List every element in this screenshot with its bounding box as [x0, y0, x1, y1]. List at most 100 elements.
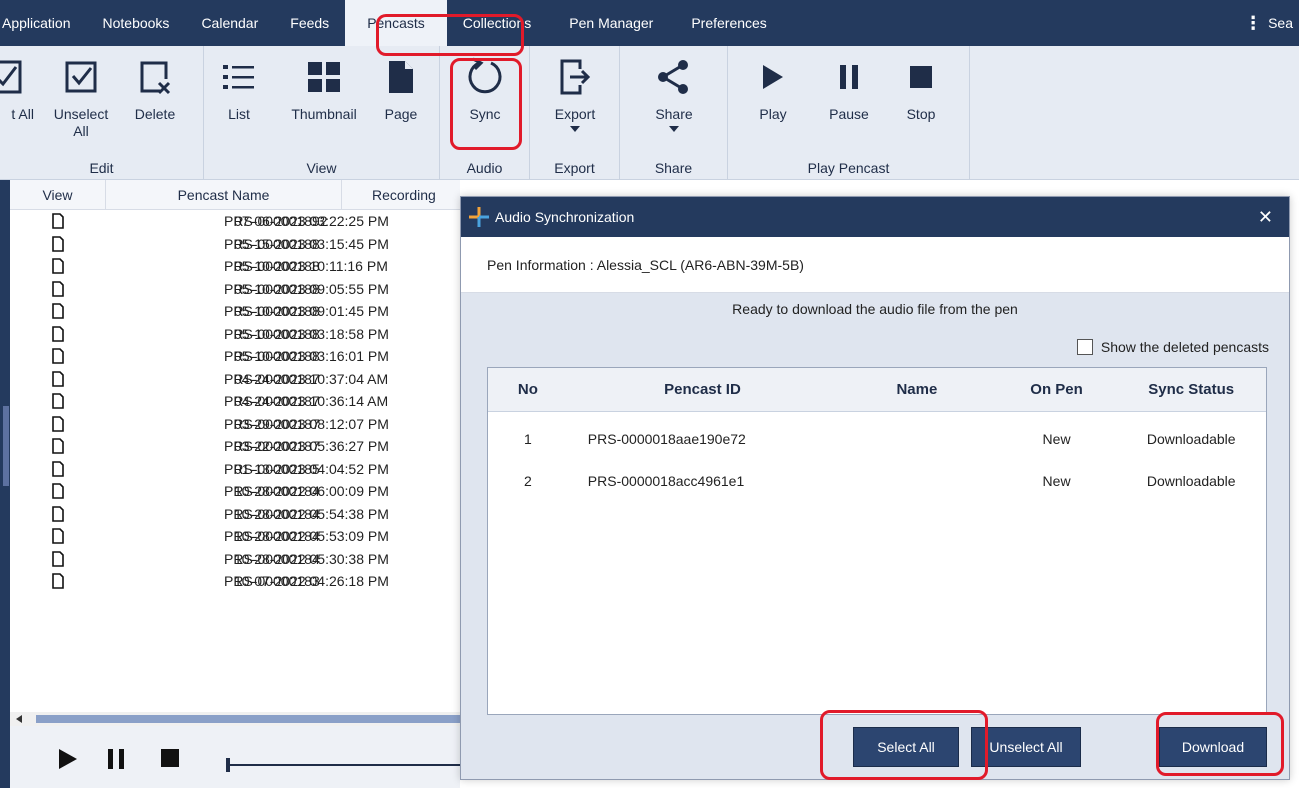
list-item[interactable]: 03-22-2023 05:36:27 PM PRS-00000187 [10, 435, 460, 458]
stop-button[interactable]: Stop [886, 54, 956, 123]
edit-group-label: Edit [89, 160, 114, 176]
select-all-label: t All [11, 106, 34, 122]
document-icon [10, 325, 106, 342]
show-deleted-checkbox[interactable] [1076, 339, 1093, 355]
search-area[interactable]: ⋮ Sea [1244, 13, 1299, 34]
list-item[interactable]: 04-24-2023 10:37:04 AM PRS-00000187 [10, 368, 460, 391]
export-icon [558, 54, 592, 100]
thumbnail-view-button[interactable]: Thumbnail [282, 54, 366, 123]
on-pen-status: New [1042, 473, 1071, 489]
show-deleted-toggle[interactable]: Show the deleted pencasts [1076, 339, 1269, 355]
document-icon [10, 370, 106, 387]
delete-icon [138, 54, 172, 100]
list-item[interactable]: 05-15-2023 03:15:45 PM PRS-00000188 [10, 233, 460, 256]
sync-status-message: Ready to download the audio file from th… [732, 301, 1018, 317]
audio-group-label: Audio [466, 160, 503, 176]
pause-button[interactable]: Pause [814, 54, 884, 123]
tab-feeds[interactable]: Feeds [274, 0, 345, 46]
list-item[interactable]: 10-07-2022 04:26:18 PM PRS-00000183 [10, 570, 460, 593]
player-stop-icon[interactable] [160, 748, 180, 771]
list-view-button[interactable]: List [204, 54, 274, 123]
menu-bar: Application Notebooks Calendar Feeds Pen… [0, 0, 1299, 46]
list-item[interactable]: 03-29-2023 08:12:07 PM PRS-00000187 [10, 413, 460, 436]
horizontal-scrollbar[interactable] [10, 712, 466, 726]
unselect-all-label-line1: Unselect [53, 106, 109, 122]
list-item[interactable]: 07-06-2023 03:22:25 PM PRS-000001892 [10, 210, 460, 233]
pencast-list: 07-06-2023 03:22:25 PM PRS-000001892 05-15… [10, 210, 460, 593]
search-label[interactable]: Sea [1268, 15, 1293, 31]
ribbon-group-share: Share Share [620, 46, 728, 180]
scroll-left-icon[interactable] [16, 715, 22, 723]
document-icon [10, 573, 106, 590]
recording-id: PRS-00000184 [224, 550, 320, 567]
unselect-all-button[interactable]: Unselect All [46, 54, 116, 140]
document-icon [10, 528, 106, 545]
playback-bar [10, 726, 468, 788]
pause-label: Pause [829, 106, 869, 122]
thumbnail-icon [307, 54, 341, 100]
pencast-id: PRS-0000018acc4961e1 [587, 473, 745, 489]
audio-sync-dialog: Audio Synchronization ✕ Pen Information … [460, 196, 1290, 780]
list-item[interactable]: 05-10-2023 03:16:01 PM PRS-00000188 [10, 345, 460, 368]
list-item[interactable]: 04-24-2023 10:36:14 AM PRS-00000187 [10, 390, 460, 413]
table-row[interactable]: 2 PRS-0000018acc4961e1 New Downloadable [488, 460, 1266, 502]
delete-label: Delete [134, 106, 176, 122]
sidebar-selection-mark [3, 406, 9, 486]
play-button[interactable]: Play [738, 54, 808, 123]
list-item[interactable]: 05-10-2023 10:11:16 PM PRS-00000188 [10, 255, 460, 278]
scrollbar-thumb[interactable] [36, 715, 466, 723]
app-logo-icon [469, 207, 489, 227]
pause-icon [837, 54, 861, 100]
list-item[interactable]: 05-10-2023 09:01:45 PM PRS-00000188 [10, 300, 460, 323]
player-play-icon[interactable] [58, 748, 78, 773]
pencast-id: PRS-0000018aae190e72 [587, 431, 746, 447]
playback-slider-track[interactable] [228, 764, 468, 766]
sync-table-header: No Pencast ID Name On Pen Sync Status [488, 368, 1266, 412]
tab-application[interactable]: Application [0, 0, 87, 46]
view-column-header[interactable]: View [10, 180, 106, 210]
play-group-label: Play Pencast [807, 160, 890, 176]
on-pen-column-header: On Pen [1030, 381, 1083, 398]
list-icon [222, 54, 256, 100]
page-label: Page [384, 106, 418, 122]
ribbon-group-edit: t All Unselect All Delete Edit [0, 46, 204, 180]
tab-preferences[interactable]: Preferences [675, 0, 782, 46]
more-options-icon[interactable]: ⋮ [1244, 13, 1262, 34]
list-item[interactable]: 10-28-2022 05:54:38 PM PRS-00000184 [10, 503, 460, 526]
chevron-down-icon [570, 126, 580, 132]
row-number: 2 [524, 473, 532, 489]
list-item[interactable]: 10-28-2022 06:00:09 PM PRS-00000184 [10, 480, 460, 503]
on-pen-status: New [1042, 431, 1071, 447]
recording-column-header[interactable]: Recording [342, 180, 460, 210]
list-item[interactable]: 10-28-2022 05:53:09 PM PRS-00000184 [10, 525, 460, 548]
select-all-button[interactable]: t All [0, 54, 40, 123]
share-button[interactable]: Share [639, 54, 709, 132]
annotation-pencasts-tab [376, 14, 524, 56]
play-label: Play [759, 106, 787, 122]
tab-pen-manager[interactable]: Pen Manager [547, 0, 675, 46]
list-item[interactable]: 05-10-2023 09:05:55 PM PRS-00000188 [10, 278, 460, 301]
list-item[interactable]: 05-10-2023 03:18:58 PM PRS-00000188 [10, 323, 460, 346]
tab-calendar[interactable]: Calendar [185, 0, 274, 46]
list-item[interactable]: 01-13-2023 04:04:52 PM PRS-00000185 [10, 458, 460, 481]
recording-id: PRS-00000188 [224, 235, 320, 252]
list-item[interactable]: 10-28-2022 05:30:38 PM PRS-00000184 [10, 548, 460, 571]
export-button[interactable]: Export [540, 54, 610, 132]
tab-notebooks[interactable]: Notebooks [87, 0, 186, 46]
ribbon-group-view: List Thumbnail Page View [204, 46, 440, 180]
table-row[interactable]: 1 PRS-0000018aae190e72 New Downloadable [488, 418, 1266, 460]
page-view-button[interactable]: Page [366, 54, 436, 123]
player-pause-icon[interactable] [106, 748, 126, 773]
close-icon[interactable]: ✕ [1258, 207, 1273, 228]
playback-slider-handle[interactable] [226, 758, 230, 772]
ribbon: t All Unselect All Delete Edit List Thum… [0, 46, 1299, 180]
document-icon [10, 258, 106, 275]
recording-id: PRS-00000188 [224, 258, 320, 275]
delete-button[interactable]: Delete [120, 54, 190, 123]
name-column-header: Name [896, 381, 938, 398]
dialog-titlebar: Audio Synchronization ✕ [461, 197, 1289, 237]
name-column-header[interactable]: Pencast Name [106, 180, 342, 210]
share-icon [657, 54, 691, 100]
pencast-id-column-header: Pencast ID [664, 381, 741, 398]
stop-icon [909, 54, 933, 100]
